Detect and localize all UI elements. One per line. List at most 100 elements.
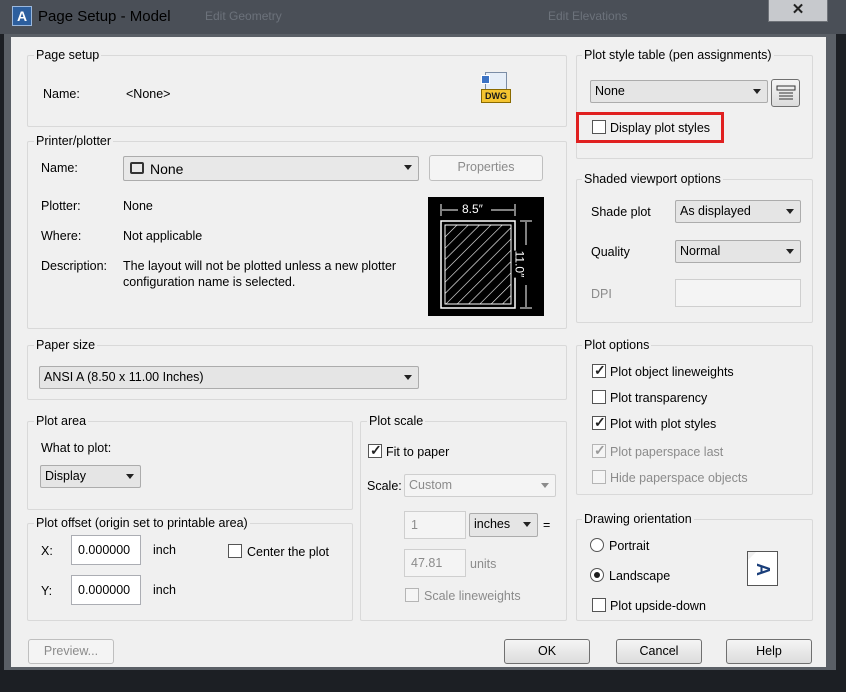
offset-y-input[interactable]: 0.000000	[71, 575, 141, 605]
desktop-strip	[0, 670, 846, 692]
offset-y-unit: inch	[153, 583, 176, 597]
printer-name-value: None	[150, 161, 184, 177]
scale-lineweights-label: Scale lineweights	[424, 589, 521, 603]
plot-transparency-checkbox[interactable]	[592, 390, 606, 404]
quality-label: Quality	[591, 245, 630, 259]
offset-y-label: Y:	[41, 584, 53, 598]
page-setup-group-label: Page setup	[34, 48, 102, 62]
scale-equals: =	[543, 518, 551, 532]
close-button[interactable]: ✕	[768, 0, 828, 22]
plot-upside-down-label: Plot upside-down	[610, 599, 706, 613]
fit-to-paper-label: Fit to paper	[386, 445, 450, 459]
shade-plot-label: Shade plot	[591, 205, 651, 219]
landscape-label: Landscape	[609, 569, 671, 583]
plot-style-table-group-label: Plot style table (pen assignments)	[582, 48, 774, 62]
center-plot-checkbox[interactable]	[228, 544, 242, 558]
dpi-label: DPI	[591, 287, 612, 301]
scale-unit-select[interactable]: inches	[469, 513, 538, 537]
dwg-badge: DWG	[481, 89, 511, 103]
cancel-button[interactable]: Cancel	[616, 639, 702, 664]
dwg-file-icon[interactable]: DWG	[481, 72, 511, 104]
shade-plot-value: As displayed	[680, 204, 751, 218]
plot-paperspace-last-label: Plot paperspace last	[610, 445, 724, 459]
paper-size-value: ANSI A (8.50 x 11.00 Inches)	[44, 370, 204, 384]
chevron-down-icon	[404, 165, 412, 170]
printer-name-select[interactable]: None	[123, 156, 419, 181]
drawing-orientation-group-label: Drawing orientation	[582, 512, 694, 526]
chevron-down-icon	[541, 483, 549, 488]
plot-area-group-label: Plot area	[34, 414, 89, 428]
scale-unit-value: inches	[474, 517, 511, 531]
orientation-icon-letter: A	[753, 563, 773, 576]
what-to-plot-label: What to plot:	[41, 441, 112, 455]
plot-with-plot-styles-checkbox[interactable]	[592, 414, 606, 431]
offset-x-unit: inch	[153, 543, 176, 557]
page-setup-name-label: Name:	[43, 87, 80, 101]
plot-style-table-select[interactable]: None	[590, 80, 768, 103]
paper-size-group-label: Paper size	[34, 338, 98, 352]
scale-label: Scale:	[367, 479, 402, 493]
background-tab-title: Edit Geometry	[205, 9, 282, 23]
printer-plotter-group-label: Printer/plotter	[34, 134, 114, 148]
landscape-radio[interactable]	[590, 568, 604, 582]
plot-scale-group-label: Plot scale	[367, 414, 426, 428]
landscape-orientation-icon: A	[747, 551, 778, 586]
edit-table-icon	[776, 85, 796, 100]
portrait-label: Portrait	[609, 539, 650, 553]
paper-size-select[interactable]: ANSI A (8.50 x 11.00 Inches)	[39, 366, 419, 389]
shaded-viewport-group-label: Shaded viewport options	[582, 172, 723, 186]
plot-upside-down-checkbox[interactable]	[592, 598, 606, 612]
shade-plot-select[interactable]: As displayed	[675, 200, 801, 223]
dpi-input[interactable]	[675, 279, 801, 307]
printer-name-label: Name:	[41, 161, 78, 175]
where-label: Where:	[41, 229, 82, 243]
help-button[interactable]: Help	[726, 639, 812, 664]
properties-button[interactable]: Properties	[429, 155, 543, 181]
portrait-radio[interactable]	[590, 538, 604, 552]
hide-paperspace-objects-checkbox[interactable]	[592, 470, 606, 484]
plot-paperspace-last-checkbox[interactable]	[592, 442, 606, 459]
plotter-value: None	[123, 199, 153, 213]
description-line-2: configuration name is selected.	[123, 275, 296, 289]
scale-drawing-units-input[interactable]: 47.81	[404, 549, 466, 577]
display-plot-styles-label: Display plot styles	[610, 121, 711, 135]
page-setup-name-value: <None>	[126, 87, 171, 101]
scale-lineweights-checkbox[interactable]	[405, 588, 419, 602]
edit-plot-style-button[interactable]	[771, 79, 800, 107]
what-to-plot-value: Display	[45, 469, 86, 483]
plot-options-group-label: Plot options	[582, 338, 652, 352]
plot-object-lineweights-label: Plot object lineweights	[610, 365, 734, 379]
display-plot-styles-checkbox[interactable]	[592, 120, 606, 134]
paper-preview: 8.5″ 11.0″	[428, 197, 544, 316]
background-tab-title: Edit Elevations	[548, 9, 628, 23]
offset-x-input[interactable]: 0.000000	[71, 535, 141, 565]
quality-value: Normal	[680, 244, 721, 258]
hide-paperspace-objects-label: Hide paperspace objects	[610, 471, 748, 485]
scale-value: Custom	[409, 478, 453, 492]
printer-icon	[130, 162, 144, 174]
plotter-label: Plotter:	[41, 199, 81, 213]
chevron-down-icon	[404, 375, 412, 380]
chevron-down-icon	[523, 522, 531, 527]
preview-button[interactable]: Preview...	[28, 639, 114, 664]
autocad-app-icon: A	[12, 6, 32, 26]
plot-transparency-label: Plot transparency	[610, 391, 708, 405]
ok-button[interactable]: OK	[504, 639, 590, 664]
where-value: Not applicable	[123, 229, 203, 243]
window-title: Page Setup - Model	[38, 8, 171, 25]
preview-height-label: 11.0″	[512, 250, 527, 278]
description-label: Description:	[41, 259, 107, 273]
chevron-down-icon	[126, 474, 134, 479]
scale-select[interactable]: Custom	[404, 474, 556, 497]
fit-to-paper-checkbox[interactable]	[368, 442, 382, 459]
plot-object-lineweights-checkbox[interactable]	[592, 362, 606, 379]
plot-style-table-value: None	[595, 84, 625, 98]
scale-paper-units-input[interactable]: 1	[404, 511, 466, 539]
offset-x-label: X:	[41, 544, 53, 558]
description-line-1: The layout will not be plotted unless a …	[123, 259, 397, 273]
what-to-plot-select[interactable]: Display	[40, 465, 141, 488]
chevron-down-icon	[786, 209, 794, 214]
plot-style-table-group	[576, 55, 813, 159]
chevron-down-icon	[786, 249, 794, 254]
quality-select[interactable]: Normal	[675, 240, 801, 263]
